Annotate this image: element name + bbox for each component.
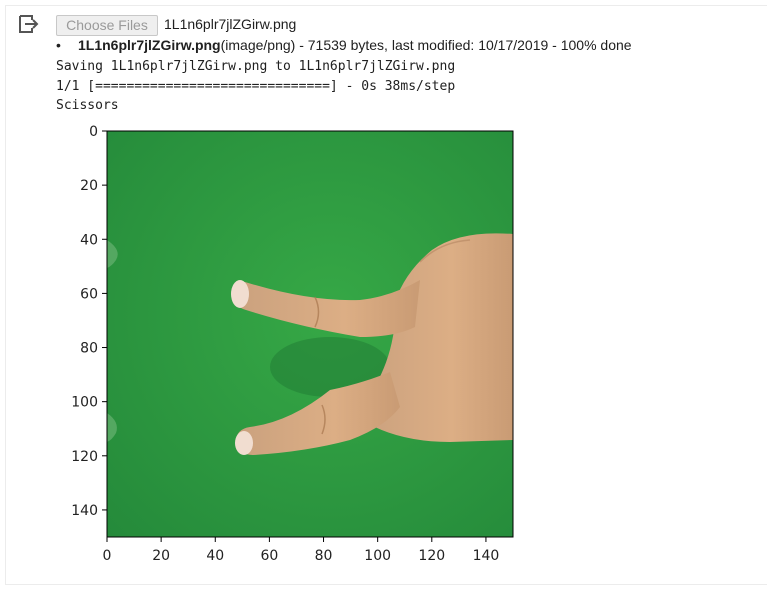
uploaded-file-name: 1L1n6plr7jlZGirw.png <box>78 37 221 53</box>
x-tick-label: 120 <box>418 548 445 564</box>
x-tick-label: 80 <box>315 548 333 564</box>
x-tick-label: 60 <box>260 548 278 564</box>
y-tick-label: 100 <box>71 395 98 411</box>
output-line-progress: 1/1 [==============================] - 0… <box>56 79 456 94</box>
plotted-image <box>107 131 513 537</box>
x-tick-label: 100 <box>364 548 391 564</box>
output-line-saving: Saving 1L1n6plr7jlZGirw.png to 1L1n6plr7… <box>56 59 456 74</box>
y-tick-label: 0 <box>89 124 98 140</box>
x-tick-label: 0 <box>103 548 112 564</box>
x-tick-label: 140 <box>473 548 500 564</box>
bullet-icon: • <box>56 37 61 53</box>
image-plot: 0 20 40 60 80 100 120 140 0 20 40 60 80 100 120 140 <box>71 124 514 564</box>
choose-files-button[interactable]: Choose Files <box>56 15 158 36</box>
output-redirect-icon[interactable] <box>17 13 39 35</box>
y-tick-label: 120 <box>71 449 98 465</box>
y-tick-label: 60 <box>80 286 98 302</box>
uploaded-file-list: • 1L1n6plr7jlZGirw.png(image/png) - 71539… <box>56 37 632 53</box>
output-line-prediction: Scissors <box>56 98 119 113</box>
x-tick-label: 40 <box>206 548 224 564</box>
y-tick-label: 20 <box>80 178 98 194</box>
x-tick-label: 20 <box>152 548 170 564</box>
selected-file-name: 1L1n6plr7jlZGirw.png <box>164 16 297 32</box>
y-tick-label: 140 <box>71 503 98 519</box>
uploaded-file-details: (image/png) - 71539 bytes, last modified… <box>220 37 632 53</box>
y-tick-label: 40 <box>80 232 98 248</box>
y-tick-label: 80 <box>80 341 98 357</box>
